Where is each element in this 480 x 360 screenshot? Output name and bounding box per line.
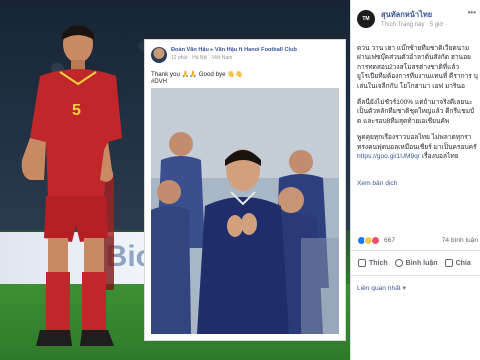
post-body: ดวน วาน เฮา แบ๊กซ้ายทีมชาติเวียดนาม ผ่าน… — [357, 44, 480, 168]
thumbs-up-icon — [358, 259, 366, 267]
reactions-count: 667 — [384, 237, 396, 244]
comments-count[interactable]: 74 bình luận — [442, 237, 478, 244]
comment-icon — [394, 259, 403, 267]
embedded-post-photo[interactable] — [151, 88, 339, 334]
post-meta: Thích Trang này · 5 giờ · — [381, 22, 447, 28]
author-avatar[interactable] — [151, 47, 167, 63]
love-reaction-icon — [371, 236, 380, 245]
post-paragraph-2: ดีลนี้ยังไม่ชัวร์100% แต่ถ้ามาจริงดีเลยน… — [357, 98, 480, 126]
post-line: ด และรอบ8ทีมสุดท้ายเอเชียนคัพ — [357, 117, 450, 125]
embedded-author-line[interactable]: Đoàn Văn Hậu ▸ Văn Hậu ft Hanoi Football… — [171, 47, 297, 53]
embedded-group-name[interactable]: Văn Hậu ft Hanoi Football Club — [215, 47, 297, 53]
share-icon — [444, 259, 453, 267]
share-button[interactable]: Chia — [444, 259, 471, 267]
comment-button[interactable]: Bình luận — [394, 259, 438, 267]
chevron-down-icon: ▾ — [402, 285, 406, 292]
embedded-post-text: Thank you 🙏🙏 Good bye 👋👋 — [151, 71, 243, 78]
post-actions-bar: Thích Bình luận Chia — [351, 250, 480, 276]
share-label: Chia — [455, 259, 471, 267]
post-line: ดวน วาน เฮา แบ๊กซ้ายทีมชาติเวียดนาม — [357, 45, 470, 52]
post-link[interactable]: https://goo.gl/1UM9qr — [357, 153, 420, 160]
post-line: เล่นในเจลีกกับ โยโกฮามา เอฟ มารินอ — [357, 82, 466, 90]
reactions-summary[interactable]: 667 — [357, 236, 395, 245]
post-line: ทรงคนฟุตบอลเหมือนเชียร์ มาเป็นครอบครั — [357, 143, 477, 151]
embedded-post-time: 12 phút · Hà Nội · Việt Nam — [171, 55, 233, 61]
player-figure — [21, 25, 122, 346]
page-name[interactable]: สุนทัลกหน้าไทย — [381, 9, 432, 21]
jersey-number: 5 — [72, 102, 81, 119]
embedded-post-card[interactable]: Đoàn Văn Hậu ▸ Văn Hậu ft Hanoi Football… — [145, 40, 345, 340]
embedded-post-hashtag[interactable]: #DVH — [151, 79, 167, 85]
post-paragraph-1: ดวน วาน เฮา แบ๊กซ้ายทีมชาติเวียดนาม ผ่าน… — [357, 44, 480, 91]
see-translation-link[interactable]: Xem bản dịch — [357, 180, 397, 187]
facebook-post-panel: TM สุนทัลกหน้าไทย Thích Trang này · 5 gi… — [350, 0, 480, 360]
post-line: ดีลนี้ยังไม่ชัวร์100% แต่ถ้ามาจริงดีเลยน… — [357, 99, 473, 107]
embedded-author-name[interactable]: Đoàn Văn Hậu — [171, 47, 209, 53]
post-line: การทดสอบ2วงสโมสรต่างชาติที่แล้ว — [357, 63, 460, 71]
post-paragraph-3: พูดคุยทุกเรื่องราวบอลไทย ไม่พลาดทุกรา ทร… — [357, 133, 480, 161]
post-link-suffix: เรื่องบอลไทย — [420, 153, 459, 161]
post-line: พูดคุยทุกเรื่องราวบอลไทย ไม่พลาดทุกรา — [357, 134, 472, 142]
embedded-post-header: Đoàn Văn Hậu ▸ Văn Hậu ft Hanoi Football… — [151, 47, 341, 67]
more-options-icon[interactable]: ••• — [468, 8, 476, 17]
comment-sort-dropdown[interactable]: Liên quan nhất ▾ — [357, 284, 406, 292]
post-line: ยูโรเปียทีมต้องการทีมงานแทนที่ ดีราการ บ… — [357, 73, 478, 81]
post-line: เป็นตัวหลักทีมชาติชุดใหญ่แล้ว ดีกรีแชมป์ — [357, 108, 475, 116]
post-line: ผ่านเฟซบุ๊คส่วนตัวอำลาต้นสังกัด ฮานอย — [357, 54, 471, 62]
like-button[interactable]: Thích — [358, 259, 388, 267]
comment-label: Bình luận — [405, 259, 438, 267]
team-photo — [151, 88, 339, 334]
comment-sort-label: Liên quan nhất — [357, 285, 401, 292]
like-label: Thích — [369, 259, 388, 267]
page-logo[interactable]: TM — [357, 10, 375, 28]
